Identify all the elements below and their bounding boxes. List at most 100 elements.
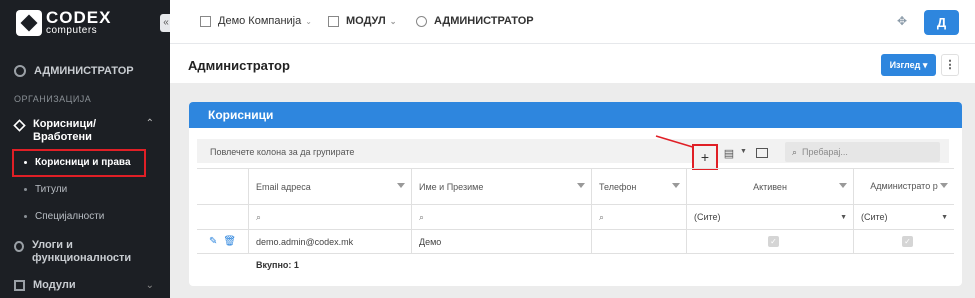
logo-icon — [16, 9, 42, 36]
cell-admin: ✓ — [854, 230, 954, 253]
layers-icon — [13, 119, 26, 132]
header-cell-phone[interactable]: Телефон — [592, 169, 687, 204]
filter-icon[interactable] — [577, 183, 585, 191]
filter-admin-select[interactable]: (Сите) ▼ — [854, 205, 954, 229]
admin-icon — [14, 65, 26, 77]
header-cell-admin[interactable]: Администрато р — [854, 169, 954, 204]
filter-active-select[interactable]: (Сите) ▼ — [687, 205, 854, 229]
search-placeholder: Пребарај... — [802, 147, 848, 157]
page-title: Администратор — [188, 58, 290, 73]
total-cell: Вкупно: 1 — [249, 254, 412, 276]
chevron-down-icon[interactable]: ▼ — [740, 148, 747, 155]
sidebar-roles-label: Улоги и функционалности — [31, 239, 132, 264]
sidebar: CODEX computers « АДМИНИСТРАТОР ОРГАНИЗА… — [0, 0, 172, 298]
header-cell-email[interactable]: Email адреса — [249, 169, 412, 204]
sidebar-item-label: Корисници и права — [35, 157, 131, 168]
sidebar-item-roles[interactable]: Улоги и функционалности — [14, 239, 154, 265]
filter-icon[interactable] — [672, 183, 680, 191]
search-icon: ⌕ — [419, 211, 425, 222]
filter-name[interactable]: ⌕ — [412, 205, 592, 229]
grid-header-row: Email адреса Име и Презиме Телефон Актив… — [197, 169, 954, 205]
column-email: Email адреса — [256, 181, 311, 192]
gear-icon — [416, 15, 427, 27]
sidebar-item-modules[interactable]: Модули ⌄ — [14, 279, 154, 291]
table-row[interactable]: ✎ 🗑 demo.admin@codex.mk Демо ✓ ✓ — [197, 230, 954, 254]
roles-icon — [14, 241, 24, 252]
logo-sub: computers — [46, 25, 98, 36]
column-chooser-icon[interactable] — [756, 148, 768, 158]
sidebar-admin-label: АДМИНИСТРАТОР — [34, 65, 134, 77]
move-icon[interactable]: ✥ — [895, 14, 909, 28]
chevron-up-icon: ⌃ — [145, 118, 154, 129]
column-phone: Телефон — [599, 181, 637, 192]
chevron-down-icon: ⌄ — [389, 16, 397, 26]
page-header: Администратор Изглед ▾ ⋮ — [170, 45, 975, 83]
delete-icon[interactable]: 🗑 — [223, 236, 236, 247]
sidebar-modules-label: Модули — [33, 279, 76, 291]
view-button[interactable]: Изглед ▾ — [881, 54, 936, 76]
edit-icon[interactable]: ✎ — [209, 236, 217, 247]
sidebar-item-label: Специјалности — [35, 211, 105, 222]
sidebar-item-label: Титули — [35, 184, 68, 195]
cell-email: demo.admin@codex.mk — [249, 230, 412, 253]
grid-filter-row: ⌕ ⌕ ⌕ (Сите) ▼ (Сите) ▼ — [197, 205, 954, 230]
bullet-icon — [24, 188, 27, 191]
row-actions: ✎ 🗑 — [197, 230, 249, 253]
total-spacer — [197, 254, 249, 276]
column-active: Активен — [753, 181, 787, 192]
cell-phone — [592, 230, 687, 253]
modules-icon — [14, 279, 25, 291]
header-cell-actions — [197, 169, 249, 204]
logo[interactable]: CODEX computers — [16, 9, 111, 36]
module-icon — [328, 15, 339, 27]
export-icon[interactable]: ▤ — [722, 147, 736, 161]
company-selector[interactable]: Демо Компанија ⌄ — [200, 15, 312, 27]
search-input[interactable]: ⌕ Пребарај... — [785, 142, 940, 162]
sidebar-group-label: Корисници/ Вработени — [33, 118, 97, 143]
admin-link[interactable]: АДМИНИСТРАТОР — [416, 15, 534, 27]
filter-icon[interactable] — [839, 183, 847, 191]
filter-email[interactable]: ⌕ — [249, 205, 412, 229]
header-cell-name[interactable]: Име и Презиме — [412, 169, 592, 204]
filter-phone[interactable]: ⌕ — [592, 205, 687, 229]
module-label: МОДУЛ — [346, 15, 386, 27]
chevron-down-icon: ▼ — [840, 213, 847, 221]
checkbox-admin: ✓ — [902, 236, 913, 247]
filter-cell — [197, 205, 249, 229]
search-icon: ⌕ — [256, 211, 262, 222]
chevron-down-icon: ⌄ — [305, 16, 312, 26]
add-button[interactable]: + — [692, 144, 718, 170]
module-selector[interactable]: МОДУЛ ⌄ — [328, 15, 396, 27]
bullet-icon — [24, 161, 27, 164]
cell-active: ✓ — [687, 230, 854, 253]
column-name: Име и Презиме — [419, 181, 484, 192]
group-hint: Повлечете колона за да групирате — [210, 147, 355, 157]
company-label: Демо Компанија — [218, 15, 302, 27]
view-button-label: Изглед — [889, 60, 921, 70]
filter-admin-value: (Сите) — [861, 212, 888, 222]
sidebar-item-admin[interactable]: АДМИНИСТРАТОР — [14, 65, 134, 77]
column-admin: Администрато р — [870, 181, 938, 191]
filter-icon[interactable] — [397, 183, 405, 191]
sidebar-item-specialties[interactable]: Специјалности — [24, 211, 104, 222]
total-count: Вкупно: 1 — [256, 260, 299, 270]
sidebar-section-title: ОРГАНИЗАЦИЈА — [14, 94, 92, 104]
sidebar-group-users[interactable]: Корисници/ Вработени ⌃ — [13, 118, 154, 144]
topbar: Демо Компанија ⌄ МОДУЛ ⌄ АДМИНИСТРАТОР ✥… — [170, 0, 975, 44]
cell-name: Демо — [412, 230, 592, 253]
search-icon: ⌕ — [792, 146, 798, 157]
search-icon: ⌕ — [599, 211, 605, 222]
more-button[interactable]: ⋮ — [941, 54, 959, 76]
bullet-icon — [24, 215, 27, 218]
users-grid: Email адреса Име и Презиме Телефон Актив… — [197, 168, 954, 276]
sidebar-item-titles[interactable]: Титули — [24, 184, 67, 195]
grid-total-row: Вкупно: 1 — [197, 254, 954, 276]
sidebar-item-users-rights[interactable]: Корисници и права — [24, 157, 131, 168]
avatar[interactable]: Д — [924, 10, 959, 35]
admin-link-label: АДМИНИСТРАТОР — [434, 15, 534, 27]
header-cell-active[interactable]: Активен — [687, 169, 854, 204]
building-icon — [200, 15, 211, 27]
card-title: Корисници — [189, 102, 962, 128]
filter-active-value: (Сите) — [694, 212, 721, 222]
filter-icon[interactable] — [940, 183, 948, 191]
